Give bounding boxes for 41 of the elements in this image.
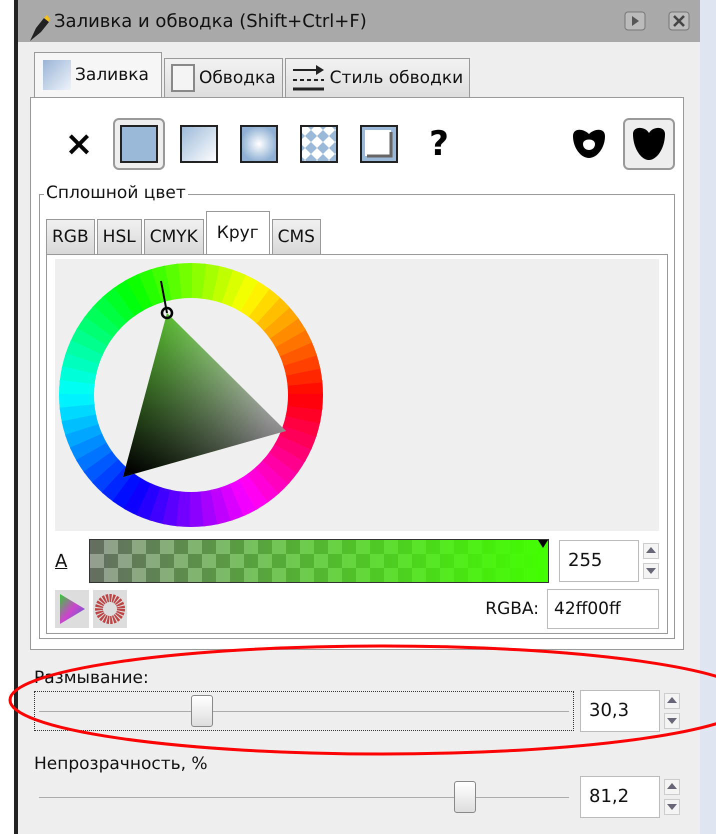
color-mode-tab[interactable]: Круг [206,211,270,254]
color-ring-icon[interactable] [93,590,127,628]
tab[interactable]: Стиль обводки [284,58,470,97]
color-mode-tab[interactable]: HSL [96,219,142,254]
close-icon[interactable] [668,11,690,31]
pen-icon [28,14,50,42]
opacity-label: Непрозрачность, % [34,754,209,774]
dock-icon[interactable] [624,11,646,31]
tab[interactable]: Заливка [34,52,162,97]
nonzero-rule-button[interactable] [623,118,675,170]
alpha-slider[interactable] [89,539,549,583]
color-mode-tab[interactable]: RGB [46,219,95,254]
color-mode-tab[interactable]: CMS [272,219,321,254]
none-fill-button[interactable]: × [53,118,105,170]
color-mode-tab[interactable]: CMYK [144,219,204,254]
tab[interactable]: Обводка [164,58,283,97]
stroke-icon [170,64,195,92]
color-wheel[interactable] [59,263,323,527]
rgba-label: RGBA: [485,599,539,619]
spin-down-button[interactable] [664,713,680,729]
opacity-value-field[interactable]: 81,2 [580,776,660,818]
spin-up-button[interactable] [664,693,680,709]
alpha-marker[interactable] [538,540,548,548]
spin-up-button[interactable] [664,779,680,795]
spin-down-button[interactable] [643,563,659,579]
stroke-style-icon [292,64,326,92]
flat-fill-button[interactable] [113,118,165,170]
section-legend: Сплошной цвет [44,183,188,203]
fill-icon [43,60,71,90]
blur-label: Размывание: [34,668,150,688]
alpha-value-field[interactable]: 255 [559,540,639,582]
spin-down-button[interactable] [664,799,680,815]
unset-fill-button[interactable]: ? [413,118,465,170]
alpha-label: A [55,550,68,572]
slider-thumb[interactable] [190,695,213,727]
spin-up-button[interactable] [643,543,659,559]
rgba-field[interactable]: 42ff00ff [547,589,659,629]
blur-value-field[interactable]: 30,3 [580,690,660,732]
window-title: Заливка и обводка (Shift+Ctrl+F) [54,10,368,32]
slider-thumb[interactable] [454,781,476,813]
blur-slider[interactable] [34,691,574,731]
